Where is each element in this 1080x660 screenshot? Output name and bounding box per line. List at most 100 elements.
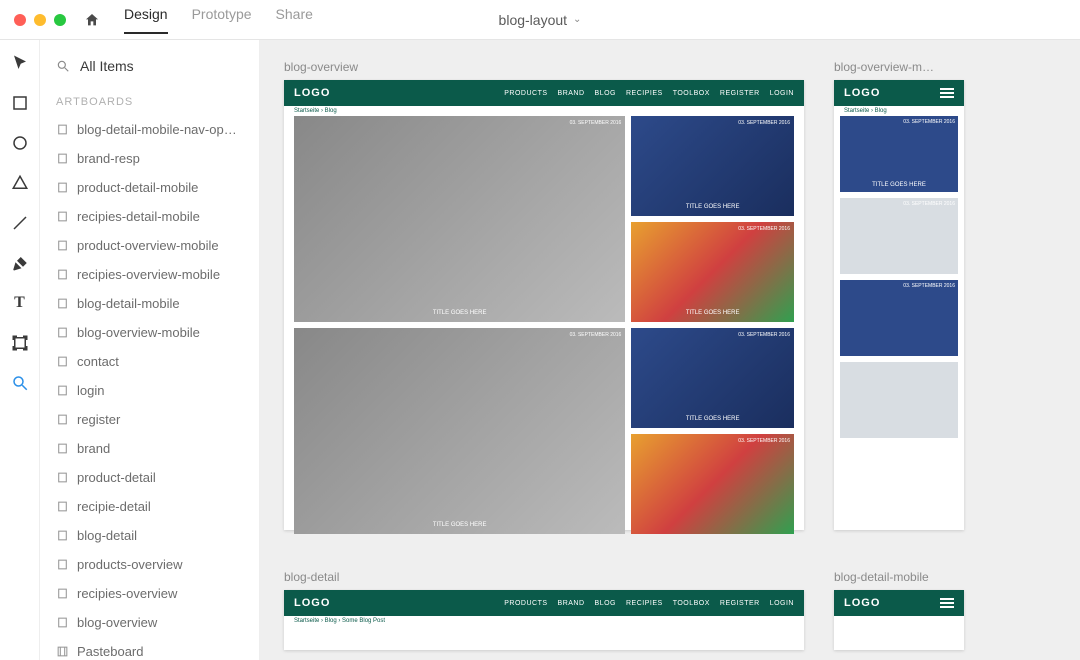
pasteboard-icon [56,645,69,658]
artboard-list-item[interactable]: register [50,408,249,431]
document-title-dropdown[interactable]: blog-layout ⌄ [499,12,582,28]
artboard-icon [56,442,69,455]
artboard-list-item[interactable]: recipie-detail [50,495,249,518]
canvas-artboard[interactable]: blog-detail-mobile LOGO [834,570,974,650]
artboard-name: recipies-overview [77,586,177,601]
artboard-icon [56,239,69,252]
artboard-icon [56,326,69,339]
canvas-artboard[interactable]: blog-detail LOGO PRODUCTS BRAND BLOG REC… [284,570,804,650]
artboard-name: register [77,412,120,427]
ellipse-tool-icon[interactable] [11,134,29,152]
zoom-tool-icon[interactable] [11,374,29,392]
search-input[interactable] [80,58,260,74]
artboard-tool-icon[interactable] [11,334,29,352]
artboard-name: recipies-overview-mobile [77,267,220,282]
tab-share[interactable]: Share [276,6,313,34]
artboard-list-item[interactable]: brand-resp [50,147,249,170]
artboard-list-item[interactable]: blog-detail-mobile-nav-op… [50,118,249,141]
canvas-artboard[interactable]: blog-overview LOGO PRODUCTS BRAND BLOG R… [284,60,804,530]
breadcrumb: Startseite › Blog › Some Blog Post [284,616,804,626]
site-nav: PRODUCTS BRAND BLOG RECIPIES TOOLBOX REG… [504,600,794,607]
artboard-name: blog-detail [77,528,137,543]
search-icon [56,59,70,73]
artboard-icon [56,471,69,484]
polygon-tool-icon[interactable] [11,174,29,192]
close-window-button[interactable] [14,14,26,26]
artboard-list-item[interactable]: recipies-overview [50,582,249,605]
artboard-list: blog-detail-mobile-nav-op… brand-resp prod… [50,118,249,660]
tab-prototype[interactable]: Prototype [192,6,252,34]
artboard-icon [56,529,69,542]
title-bar: Design Prototype Share blog-layout ⌄ [0,0,1080,40]
mode-tabs: Design Prototype Share [124,6,313,34]
blog-tile: 03. SEPTEMBER 2016 [631,434,794,534]
document-title-label: blog-layout [499,12,568,28]
artboard-thumbnail[interactable]: LOGO [834,590,964,650]
site-logo: LOGO [294,87,330,99]
canvas-artboard-label: blog-overview [284,60,804,74]
site-header: LOGO PRODUCTS BRAND BLOG RECIPIES TOOLBO… [284,590,804,616]
artboard-list-item[interactable]: product-overview-mobile [50,234,249,257]
blog-tile: 03. SEPTEMBER 2016TITLE GOES HERE [294,116,625,322]
home-icon[interactable] [84,12,100,28]
artboard-icon [56,123,69,136]
panel-section-label: ARTBOARDS [56,96,249,108]
artboard-thumbnail[interactable]: LOGO Startseite › Blog 03. SEPTEMBER 201… [834,80,964,530]
artboard-name: brand [77,441,110,456]
minimize-window-button[interactable] [34,14,46,26]
artboard-thumbnail[interactable]: LOGO PRODUCTS BRAND BLOG RECIPIES TOOLBO… [284,80,804,530]
artboard-panel: ⌄ ARTBOARDS blog-detail-mobile-nav-op… br… [40,40,260,660]
artboard-name: blog-detail-mobile [77,296,180,311]
artboard-icon [56,355,69,368]
blog-grid: 03. SEPTEMBER 2016TITLE GOES HERE 03. SE… [284,116,804,534]
site-header: LOGO [834,590,964,616]
artboard-list-item[interactable]: product-detail-mobile [50,176,249,199]
artboard-list-item[interactable]: contact [50,350,249,373]
artboard-name: recipie-detail [77,499,151,514]
line-tool-icon[interactable] [11,214,29,232]
rectangle-tool-icon[interactable] [11,94,29,112]
artboard-icon [56,181,69,194]
canvas-artboard[interactable]: blog-overview-m… LOGO Startseite › Blog … [834,60,974,530]
artboard-name: recipies-detail-mobile [77,209,200,224]
design-canvas[interactable]: blog-overview LOGO PRODUCTS BRAND BLOG R… [260,40,1080,660]
artboard-icon [56,500,69,513]
tab-design[interactable]: Design [124,6,168,34]
select-tool-icon[interactable] [11,54,29,72]
artboard-name: product-detail-mobile [77,180,198,195]
canvas-artboard-label: blog-detail [284,570,804,584]
panel-search[interactable]: ⌄ [50,54,249,78]
artboard-list-item[interactable]: blog-overview [50,611,249,634]
artboard-list-item[interactable]: blog-detail [50,524,249,547]
blog-tile: 03. SEPTEMBER 2016TITLE GOES HERE [840,116,958,192]
tool-strip: T [0,40,40,660]
artboard-list-item[interactable]: blog-detail-mobile [50,292,249,315]
site-header: LOGO PRODUCTS BRAND BLOG RECIPIES TOOLBO… [284,80,804,106]
artboard-list-item[interactable]: blog-overview-mobile [50,321,249,344]
artboard-name: Pasteboard [77,644,144,659]
blog-tile: 03. SEPTEMBER 2016 [840,198,958,274]
artboard-name: login [77,383,104,398]
maximize-window-button[interactable] [54,14,66,26]
artboard-icon [56,587,69,600]
artboard-name: blog-overview [77,615,157,630]
artboard-list-item[interactable]: recipies-overview-mobile [50,263,249,286]
chevron-down-icon: ⌄ [573,14,581,25]
window-controls [14,14,66,26]
artboard-name: blog-detail-mobile-nav-op… [77,122,237,137]
artboard-icon [56,210,69,223]
pen-tool-icon[interactable] [11,254,29,272]
site-logo: LOGO [844,87,880,99]
artboard-list-item[interactable]: login [50,379,249,402]
blog-list: 03. SEPTEMBER 2016TITLE GOES HERE 03. SE… [834,116,964,438]
artboard-thumbnail[interactable]: LOGO PRODUCTS BRAND BLOG RECIPIES TOOLBO… [284,590,804,650]
artboard-list-item[interactable]: Pasteboard [50,640,249,660]
artboard-list-item[interactable]: products-overview [50,553,249,576]
artboard-list-item[interactable]: brand [50,437,249,460]
artboard-list-item[interactable]: recipies-detail-mobile [50,205,249,228]
hamburger-icon [940,86,954,100]
site-logo: LOGO [294,597,330,609]
text-tool-icon[interactable]: T [11,294,29,312]
breadcrumb: Startseite › Blog [834,106,964,116]
artboard-list-item[interactable]: product-detail [50,466,249,489]
